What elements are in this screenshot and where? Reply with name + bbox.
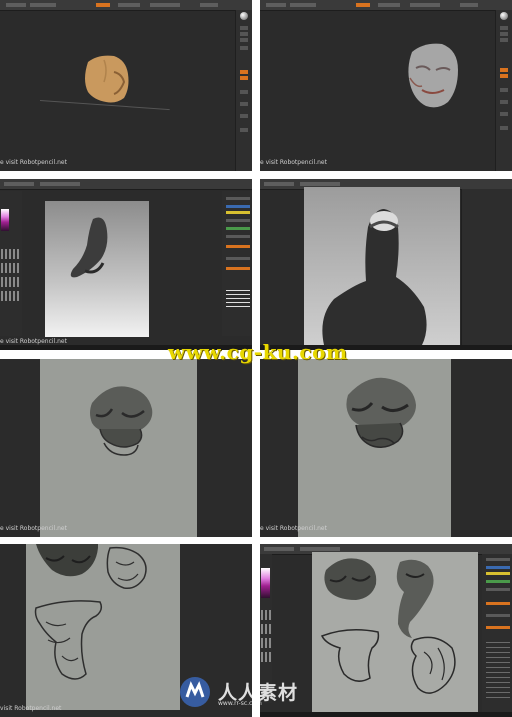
material-sphere-icon[interactable]: [500, 12, 508, 20]
photoshop-panel-1[interactable]: e visit Robotpencil.net: [0, 179, 252, 350]
color-panel[interactable]: [0, 191, 22, 336]
ink-canvas[interactable]: [45, 201, 149, 337]
photoshop-panel-2[interactable]: [260, 179, 512, 350]
layers-panel[interactable]: [482, 554, 512, 712]
zbrush-viewport-panel-1[interactable]: e visit Robotpencil.net: [0, 0, 252, 171]
material-sphere-icon[interactable]: [240, 12, 248, 20]
sketch-panel-1[interactable]: e visit Robotpencil.net: [0, 359, 252, 537]
menu-bar[interactable]: [260, 0, 512, 11]
zbrush-viewport-panel-2[interactable]: e visit Robotpencil.net: [260, 0, 512, 171]
source-watermark: e visit Robotpencil.net: [260, 159, 327, 166]
logo-watermark: 人人素材 www.rr-sc.com: [178, 675, 338, 709]
site-watermark: www.cg-ku.com: [168, 340, 348, 364]
layers-panel[interactable]: [222, 191, 252, 336]
logo-subtitle: www.rr-sc.com: [218, 700, 262, 707]
source-watermark: e visit Robotpencil.net: [0, 525, 67, 532]
source-watermark: visit Robotpencil.net: [0, 705, 62, 712]
right-tool-shelf[interactable]: [495, 10, 512, 171]
logo-emblem-icon: [180, 677, 210, 707]
clay-head-model[interactable]: [80, 52, 136, 104]
menu-bar[interactable]: [0, 179, 252, 190]
sketch-panel-2[interactable]: e visit Robotpencil.net: [260, 359, 512, 537]
color-swatch[interactable]: [261, 568, 270, 598]
source-watermark: e visit Robotpencil.net: [0, 338, 67, 345]
sketch-sheet-canvas[interactable]: [26, 544, 180, 710]
right-tool-shelf[interactable]: [235, 10, 252, 171]
gray-head-model[interactable]: [402, 40, 464, 110]
color-swatch[interactable]: [1, 209, 9, 231]
creature-sketch-canvas[interactable]: [298, 359, 451, 537]
source-watermark: e visit Robotpencil.net: [0, 159, 67, 166]
source-watermark: e visit Robotpencil.net: [260, 525, 327, 532]
ink-bust-canvas[interactable]: [304, 187, 460, 349]
brush-presets[interactable]: [1, 249, 21, 259]
menu-bar[interactable]: [0, 0, 252, 11]
creature-sketch-canvas[interactable]: [40, 359, 197, 537]
layers-panel[interactable]: [461, 189, 512, 350]
